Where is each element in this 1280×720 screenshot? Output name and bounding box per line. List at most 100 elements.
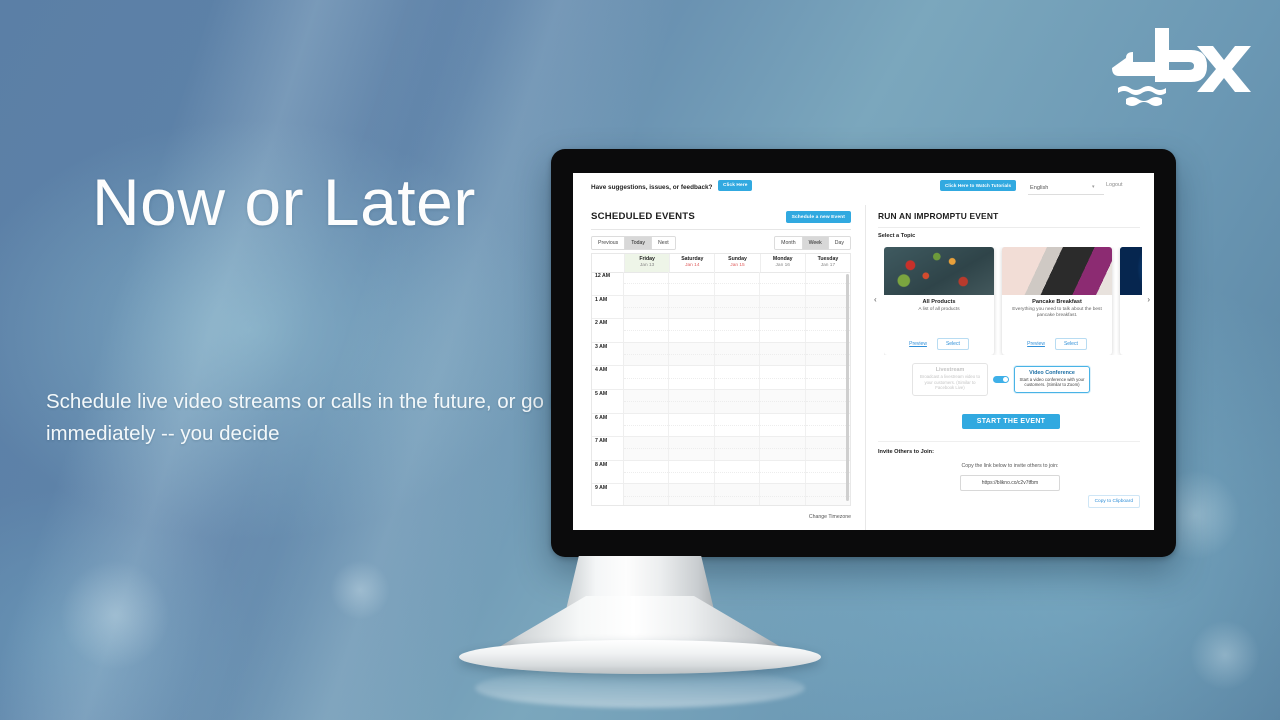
calendar-hour-row[interactable]: 6 AM — [592, 413, 850, 438]
topic-card[interactable]: Cool G Includes kitche are just fl Previ… — [1120, 247, 1142, 355]
calendar-cell[interactable] — [669, 319, 715, 342]
calendar-cell[interactable] — [760, 295, 806, 319]
calendar-cell[interactable] — [669, 342, 715, 366]
calendar-cell[interactable] — [805, 366, 850, 389]
calendar-cell[interactable] — [805, 319, 850, 342]
calendar-day-column[interactable]: Monday Jan 16 — [761, 254, 806, 272]
calendar-cell[interactable] — [714, 413, 761, 437]
hour-label: 6 AM — [592, 413, 624, 437]
calendar-cell[interactable] — [805, 389, 850, 413]
calendar-cell[interactable] — [760, 319, 806, 342]
calendar-cell[interactable] — [760, 437, 806, 460]
calendar-cell[interactable] — [760, 460, 806, 484]
calendar-cell[interactable] — [760, 342, 806, 366]
calendar-cell[interactable] — [714, 484, 761, 505]
calendar-cell[interactable] — [669, 460, 715, 484]
calendar-cell[interactable] — [669, 389, 715, 413]
calendar-cell[interactable] — [669, 413, 715, 437]
calendar-cell[interactable] — [669, 484, 715, 505]
calendar-previous-button[interactable]: Previous — [592, 237, 626, 249]
topic-card[interactable]: All Products A list of all products Prev… — [884, 247, 994, 355]
calendar-cell[interactable] — [805, 461, 850, 484]
copy-to-clipboard-button[interactable]: Copy to Clipboard — [1087, 495, 1140, 508]
calendar-cell[interactable] — [805, 295, 850, 319]
hour-label: 9 AM — [592, 484, 624, 505]
calendar-cell[interactable] — [714, 272, 761, 295]
topic-card[interactable]: Pancake Breakfast Everything you need to… — [1002, 247, 1112, 355]
calendar-day-column[interactable]: Friday Jan 13 — [625, 254, 671, 272]
calendar-view-day[interactable]: Day — [828, 237, 850, 249]
calendar-cell[interactable] — [624, 437, 670, 460]
mode-title: Video Conference — [1029, 369, 1075, 376]
calendar-hour-row[interactable]: 5 AM — [592, 389, 850, 414]
calendar-cell[interactable] — [760, 484, 806, 505]
topic-description: A list of all products — [918, 307, 960, 312]
calendar-cell[interactable] — [669, 295, 715, 319]
topic-preview-link[interactable]: Preview — [1027, 341, 1045, 347]
topic-card-list: All Products A list of all products Prev… — [884, 247, 1142, 355]
calendar-cell[interactable] — [714, 389, 761, 413]
logout-link[interactable]: Logout — [1106, 182, 1123, 188]
calendar-hour-row[interactable]: 9 AM — [592, 484, 850, 505]
calendar-today-button[interactable]: Today — [625, 237, 653, 249]
calendar-hour-row[interactable]: 8 AM — [592, 460, 850, 485]
calendar-cell[interactable] — [714, 295, 761, 319]
calendar-view-week[interactable]: Week — [802, 237, 829, 249]
watch-tutorials-button[interactable]: Click Here to Watch Tutorials — [940, 180, 1017, 191]
mode-video-conference[interactable]: Video Conference Start a video conferenc… — [1014, 365, 1090, 393]
calendar-next-button[interactable]: Next — [652, 237, 675, 249]
calendar-cell[interactable] — [669, 272, 715, 295]
calendar-hour-row[interactable]: 7 AM — [592, 437, 850, 461]
change-timezone-link[interactable]: Change Timezone — [809, 514, 851, 520]
calendar-cell[interactable] — [714, 366, 761, 389]
calendar-hour-row[interactable]: 1 AM — [592, 295, 850, 320]
calendar-cell[interactable] — [669, 366, 715, 389]
calendar-hour-row[interactable]: 3 AM — [592, 342, 850, 367]
feedback-text: Have suggestions, issues, or feedback? — [591, 184, 713, 191]
start-the-event-button[interactable]: START THE EVENT — [962, 414, 1060, 429]
topic-select-button[interactable]: Select — [936, 338, 969, 350]
calendar-cell[interactable] — [624, 272, 670, 295]
mode-livestream[interactable]: Livestream Broadcast a livestream video … — [912, 363, 988, 396]
topic-select-button[interactable]: Select — [1054, 338, 1087, 350]
calendar-hour-rows[interactable]: 12 AM 1 AM 2 AM 3 AM 4 AM 5 AM 6 AM 7 AM 8 AM 9 A… — [592, 272, 850, 505]
calendar-day-column[interactable]: Saturday Jan 14 — [670, 254, 716, 272]
mode-toggle[interactable] — [993, 375, 1009, 383]
calendar-day-column[interactable]: Sunday Jan 15 — [715, 254, 761, 272]
calendar-cell[interactable] — [714, 319, 761, 342]
calendar-hour-row[interactable]: 4 AM — [592, 366, 850, 390]
calendar-cell[interactable] — [714, 437, 761, 460]
calendar-hour-row[interactable]: 2 AM — [592, 319, 850, 343]
calendar-cell[interactable] — [805, 437, 850, 460]
calendar-cell[interactable] — [624, 319, 670, 342]
calendar-cell[interactable] — [624, 484, 670, 505]
calendar-cell[interactable] — [714, 460, 761, 484]
calendar-cell[interactable] — [805, 272, 850, 295]
calendar-cell[interactable] — [624, 342, 670, 366]
calendar-cell[interactable] — [624, 389, 670, 413]
carousel-next-icon[interactable]: › — [1147, 295, 1150, 304]
topic-preview-link[interactable]: Preview — [909, 341, 927, 347]
calendar-cell[interactable] — [805, 484, 850, 505]
calendar-cell[interactable] — [624, 366, 670, 389]
calendar-hour-row[interactable]: 12 AM — [592, 272, 850, 296]
calendar-cell[interactable] — [624, 295, 670, 319]
calendar-cell[interactable] — [624, 460, 670, 484]
invite-link-input[interactable] — [960, 475, 1060, 491]
calendar-cell[interactable] — [624, 413, 670, 437]
calendar-day-column[interactable]: Tuesday Jan 17 — [806, 254, 850, 272]
calendar-cell[interactable] — [760, 389, 806, 413]
calendar-cell[interactable] — [805, 414, 850, 437]
calendar-cell[interactable] — [714, 342, 761, 366]
calendar-cell[interactable] — [669, 437, 715, 460]
carousel-prev-icon[interactable]: ‹ — [874, 295, 877, 304]
calendar-cell[interactable] — [760, 413, 806, 437]
calendar-cell[interactable] — [805, 342, 850, 366]
calendar-scrollbar[interactable] — [846, 274, 849, 501]
schedule-new-event-button[interactable]: Schedule a new Event — [785, 211, 851, 223]
calendar-view-month[interactable]: Month — [775, 237, 803, 249]
calendar-cell[interactable] — [760, 366, 806, 389]
calendar-grid[interactable]: Friday Jan 13 Saturday Jan 14 Sunday Jan… — [591, 253, 851, 506]
feedback-click-here-button[interactable]: Click Here — [718, 180, 753, 191]
calendar-cell[interactable] — [760, 272, 806, 295]
